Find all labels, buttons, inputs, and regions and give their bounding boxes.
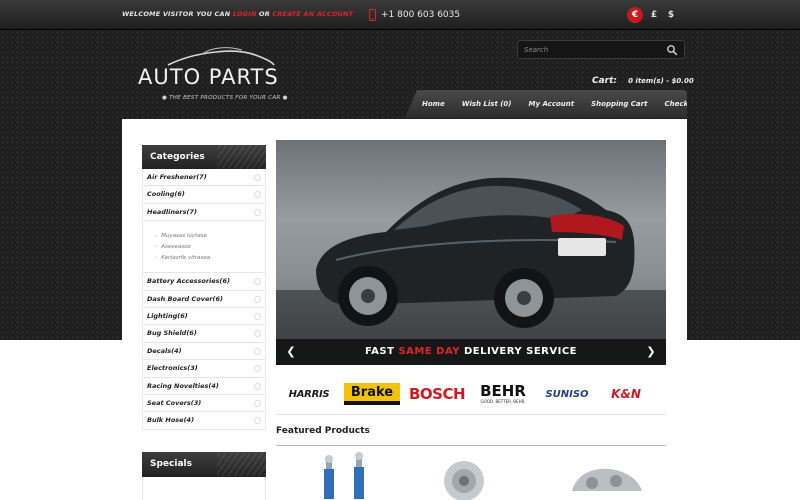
category-label: Headliners(7) bbox=[147, 207, 197, 216]
hero-slider[interactable]: FAST SAME DAY DELIVERY SERVICE ❮ ❯ bbox=[276, 140, 666, 365]
category-label: Bulk Hose(4) bbox=[147, 416, 195, 425]
category-list: Air Freshener(7) Cooling(6) Headliners(7… bbox=[142, 169, 266, 430]
category-item[interactable]: Headliners(7) bbox=[143, 204, 265, 222]
caption-after: DELIVERY SERVICE bbox=[459, 346, 577, 357]
category-item[interactable]: Seat Covers(3) bbox=[143, 395, 265, 413]
main-content: Categories Air Freshener(7) Cooling(6) H… bbox=[122, 119, 687, 500]
category-item[interactable]: Lighting(6) bbox=[143, 308, 265, 326]
car-photo bbox=[316, 177, 635, 328]
category-item[interactable]: Bulk Hose(4) bbox=[143, 412, 265, 430]
nav-my-account[interactable]: My Account bbox=[529, 100, 575, 108]
featured-products-heading: Featured Products bbox=[276, 426, 370, 436]
or-text: OR bbox=[258, 10, 270, 18]
currency-pound-button[interactable]: £ bbox=[646, 7, 662, 23]
nav-shopping-cart[interactable]: Shopping Cart bbox=[591, 100, 647, 108]
logo-title: AUTO PARTS bbox=[138, 65, 279, 89]
category-label: Decals(4) bbox=[147, 346, 182, 355]
brand-behr[interactable]: BEHR GOOD. BETTER. BEHR. bbox=[472, 383, 534, 405]
category-item[interactable]: Cooling(6) bbox=[143, 186, 265, 204]
cart-items-total: 0 item(s) - $0.00 bbox=[628, 77, 694, 85]
expand-icon[interactable] bbox=[254, 174, 261, 181]
logo-tagline: ● THE BEST PRODUCTS FOR YOUR CAR ● bbox=[162, 95, 288, 101]
brand-bosch[interactable]: BOSCH bbox=[404, 383, 470, 405]
category-item[interactable]: Racing Novelties(4) bbox=[143, 378, 265, 395]
caption-highlight: SAME DAY bbox=[398, 346, 460, 357]
arrow-right-icon[interactable]: ❯ bbox=[644, 345, 658, 359]
featured-products-row bbox=[276, 451, 666, 500]
site-logo[interactable]: AUTO PARTS ● THE BEST PRODUCTS FOR YOUR … bbox=[138, 45, 298, 105]
category-label: Bug Shield(6) bbox=[147, 329, 197, 338]
category-item[interactable]: Bug Shield(6) bbox=[143, 325, 265, 343]
phone-contact: +1 800 603 6035 bbox=[369, 8, 460, 22]
currency-euro-button[interactable]: € bbox=[627, 7, 643, 23]
categories-box: Categories Air Freshener(7) Cooling(6) H… bbox=[142, 145, 266, 430]
caption-before: FAST bbox=[365, 346, 399, 357]
specials-heading: Specials bbox=[142, 452, 266, 477]
expand-icon[interactable] bbox=[254, 399, 261, 407]
slide-caption: FAST SAME DAY DELIVERY SERVICE bbox=[276, 339, 666, 365]
brand-suniso[interactable]: SUNISO bbox=[544, 383, 590, 405]
search-box bbox=[517, 40, 685, 59]
nav-home[interactable]: Home bbox=[422, 100, 445, 108]
phone-icon bbox=[369, 9, 376, 21]
expand-icon[interactable] bbox=[254, 312, 261, 320]
specials-body bbox=[142, 477, 266, 500]
expand-icon[interactable] bbox=[254, 208, 261, 216]
welcome-message: WELCOME VISITOR YOU CAN LOGIN OR CREATE … bbox=[122, 10, 353, 18]
category-label: Air Freshener(7) bbox=[147, 173, 207, 181]
cart-label: Cart: bbox=[592, 76, 618, 86]
category-label: Battery Accessories(6) bbox=[147, 277, 230, 286]
expand-icon[interactable] bbox=[254, 330, 261, 338]
intake-manifold-image[interactable] bbox=[566, 451, 646, 500]
category-label: Lighting(6) bbox=[147, 311, 188, 320]
subcategory-list: Muyasas luytase Aseeeasos Kertasrfe vitr… bbox=[143, 221, 265, 274]
expand-icon[interactable] bbox=[254, 347, 261, 355]
top-bar: WELCOME VISITOR YOU CAN LOGIN OR CREATE … bbox=[0, 0, 800, 30]
subcategory-item[interactable]: Aseeeasos bbox=[143, 242, 265, 253]
phone-number: +1 800 603 6035 bbox=[381, 10, 461, 20]
cart-summary[interactable]: Cart: 0 item(s) - $0.00 bbox=[592, 68, 694, 87]
behr-slogan: GOOD. BETTER. BEHR. bbox=[480, 399, 526, 404]
category-label: Dash Board Cover(6) bbox=[147, 294, 224, 303]
category-label: Electronics(3) bbox=[147, 364, 198, 373]
category-item[interactable]: Decals(4) bbox=[143, 343, 265, 361]
shock-absorber-image[interactable] bbox=[316, 451, 386, 500]
main-navigation: Home Wish List (0) My Account Shopping C… bbox=[405, 90, 687, 118]
alternator-image[interactable] bbox=[434, 451, 494, 500]
category-label: Seat Covers(3) bbox=[147, 398, 202, 407]
expand-icon[interactable] bbox=[254, 417, 261, 425]
specials-box: Specials bbox=[142, 452, 266, 500]
category-label: Cooling(6) bbox=[147, 190, 185, 199]
brand-logos: HARRIS Brake BOSCH BEHR GOOD. BETTER. BE… bbox=[276, 375, 666, 415]
search-input[interactable] bbox=[524, 43, 664, 56]
brand-harris[interactable]: HARRIS bbox=[281, 383, 337, 405]
subcategory-item[interactable]: Kertasrfe vitrasea bbox=[143, 253, 265, 264]
expand-icon[interactable] bbox=[254, 278, 261, 286]
behr-name: BEHR bbox=[480, 382, 526, 400]
expand-icon[interactable] bbox=[254, 382, 261, 390]
car-silhouette-icon bbox=[167, 47, 275, 66]
expand-icon[interactable] bbox=[254, 295, 261, 303]
category-item[interactable]: Battery Accessories(6) bbox=[143, 273, 265, 291]
subcategory-item[interactable]: Muyasas luytase bbox=[143, 231, 265, 242]
expand-icon[interactable] bbox=[254, 365, 261, 373]
brand-kn[interactable]: K&N bbox=[606, 383, 646, 405]
welcome-prefix: WELCOME VISITOR YOU CAN bbox=[122, 10, 231, 18]
currency-dollar-button[interactable]: $ bbox=[663, 7, 679, 23]
category-item[interactable]: Electronics(3) bbox=[143, 360, 265, 378]
create-account-link[interactable]: CREATE AN ACCOUNT bbox=[272, 10, 353, 18]
login-link[interactable]: LOGIN bbox=[233, 10, 257, 18]
arrow-left-icon[interactable]: ❮ bbox=[284, 345, 298, 359]
categories-heading: Categories bbox=[142, 145, 266, 169]
category-item[interactable]: Dash Board Cover(6) bbox=[143, 291, 265, 308]
expand-icon[interactable] bbox=[254, 191, 261, 199]
magnifier-icon[interactable] bbox=[666, 44, 678, 56]
brand-brake[interactable]: Brake bbox=[344, 383, 400, 405]
category-label: Racing Novelties(4) bbox=[147, 381, 219, 390]
nav-wish-list[interactable]: Wish List (0) bbox=[462, 100, 512, 108]
category-item[interactable]: Air Freshener(7) bbox=[143, 169, 265, 187]
featured-divider bbox=[276, 445, 666, 446]
